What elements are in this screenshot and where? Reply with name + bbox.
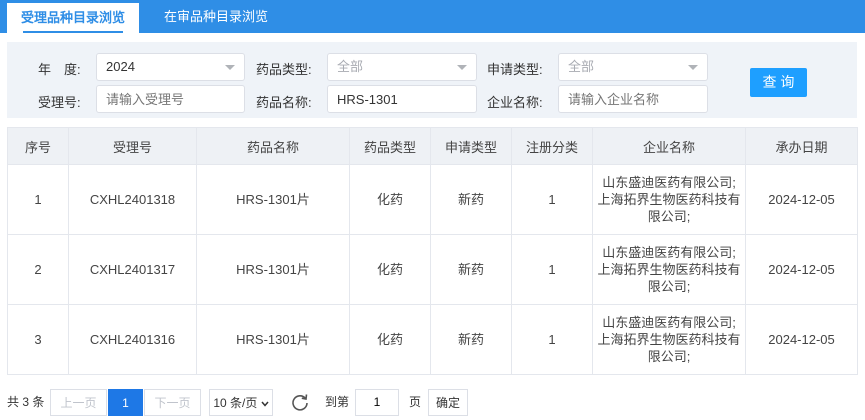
header-accept-no: 受理号: [68, 127, 197, 165]
page-1-button[interactable]: 1: [108, 389, 143, 416]
table-row: 2 CXHL2401317 HRS-1301片 化药 新药 1 山东盛迪医药有限…: [7, 234, 858, 305]
goto-page-input[interactable]: [355, 389, 399, 416]
cell-company: 山东盛迪医药有限公司;上海拓界生物医药科技有限公司;: [592, 234, 746, 305]
goto-confirm-button[interactable]: 确定: [428, 389, 468, 416]
table-header-row: 序号 受理号 药品名称 药品类型 申请类型 注册分类 企业名称 承办日期: [7, 127, 858, 165]
header-drug-type: 药品类型: [349, 127, 431, 165]
table-row: 3 CXHL2401316 HRS-1301片 化药 新药 1 山东盛迪医药有限…: [7, 304, 858, 375]
page-size-value: 10 条/页: [213, 396, 258, 410]
drug-name-input[interactable]: [327, 85, 477, 113]
query-button[interactable]: 查 询: [750, 68, 807, 97]
cell-index: 3: [7, 304, 69, 375]
cell-apply-type: 新药: [430, 164, 512, 235]
tab-bar: 受理品种目录浏览 在审品种目录浏览: [0, 0, 865, 33]
header-index: 序号: [7, 127, 69, 165]
page-size-select[interactable]: 10 条/页: [209, 389, 273, 416]
cell-company: 山东盛迪医药有限公司;上海拓界生物医药科技有限公司;: [592, 164, 746, 235]
header-company: 企业名称: [592, 127, 746, 165]
chevron-down-icon: [688, 65, 698, 70]
year-label: 年 度:: [38, 62, 81, 77]
drug-type-label: 药品类型:: [256, 62, 312, 77]
cell-reg-class: 1: [511, 304, 593, 375]
cell-index: 2: [7, 234, 69, 305]
cell-reg-class: 1: [511, 164, 593, 235]
cell-date: 2024-12-05: [745, 164, 858, 235]
next-page-button[interactable]: 下一页: [144, 389, 201, 416]
chevron-down-icon: [261, 401, 269, 407]
company-input[interactable]: [558, 85, 708, 113]
accept-no-input[interactable]: [96, 85, 245, 113]
apply-type-label: 申请类型:: [487, 62, 543, 77]
chevron-down-icon: [225, 65, 235, 70]
cell-drug-name: HRS-1301片: [196, 164, 350, 235]
cell-reg-class: 1: [511, 234, 593, 305]
accept-no-label: 受理号:: [38, 95, 81, 110]
apply-type-value: 全部: [568, 59, 595, 74]
drug-name-label: 药品名称:: [256, 95, 312, 110]
cell-drug-name: HRS-1301片: [196, 234, 350, 305]
refresh-icon[interactable]: [290, 392, 310, 412]
cell-accept-no: CXHL2401316: [68, 304, 197, 375]
tab-accepted-catalog[interactable]: 受理品种目录浏览: [7, 3, 139, 33]
table-row: 1 CXHL2401318 HRS-1301片 化药 新药 1 山东盛迪医药有限…: [7, 164, 858, 235]
filter-panel: 年 度: 2024 药品类型: 全部 申请类型: 全部 受理号: 药品名称: 企…: [7, 42, 857, 118]
cell-drug-name: HRS-1301片: [196, 304, 350, 375]
cell-date: 2024-12-05: [745, 304, 858, 375]
header-drug-name: 药品名称: [196, 127, 350, 165]
goto-label: 到第: [325, 395, 350, 409]
page-unit-label: 页: [409, 395, 422, 409]
header-apply-type: 申请类型: [430, 127, 512, 165]
year-value: 2024: [106, 59, 135, 74]
cell-drug-type: 化药: [349, 164, 431, 235]
cell-accept-no: CXHL2401318: [68, 164, 197, 235]
drug-type-value: 全部: [337, 59, 364, 74]
company-label: 企业名称:: [487, 95, 543, 110]
apply-type-select[interactable]: 全部: [558, 53, 708, 81]
total-count: 共 3 条: [7, 395, 45, 409]
header-date: 承办日期: [745, 127, 858, 165]
chevron-down-icon: [457, 65, 467, 70]
cell-date: 2024-12-05: [745, 234, 858, 305]
cell-drug-type: 化药: [349, 304, 431, 375]
prev-page-button[interactable]: 上一页: [50, 389, 107, 416]
cell-accept-no: CXHL2401317: [68, 234, 197, 305]
pagination: 共 3 条 上一页 1 下一页 10 条/页 到第 页 确定: [0, 389, 865, 416]
year-select[interactable]: 2024: [96, 53, 245, 81]
header-reg-class: 注册分类: [511, 127, 593, 165]
tab-under-review-catalog[interactable]: 在审品种目录浏览: [150, 0, 282, 33]
cell-index: 1: [7, 164, 69, 235]
results-table: 序号 受理号 药品名称 药品类型 申请类型 注册分类 企业名称 承办日期 1 C…: [7, 127, 858, 375]
drug-type-select[interactable]: 全部: [327, 53, 477, 81]
cell-company: 山东盛迪医药有限公司;上海拓界生物医药科技有限公司;: [592, 304, 746, 375]
cell-drug-type: 化药: [349, 234, 431, 305]
cell-apply-type: 新药: [430, 304, 512, 375]
cell-apply-type: 新药: [430, 234, 512, 305]
